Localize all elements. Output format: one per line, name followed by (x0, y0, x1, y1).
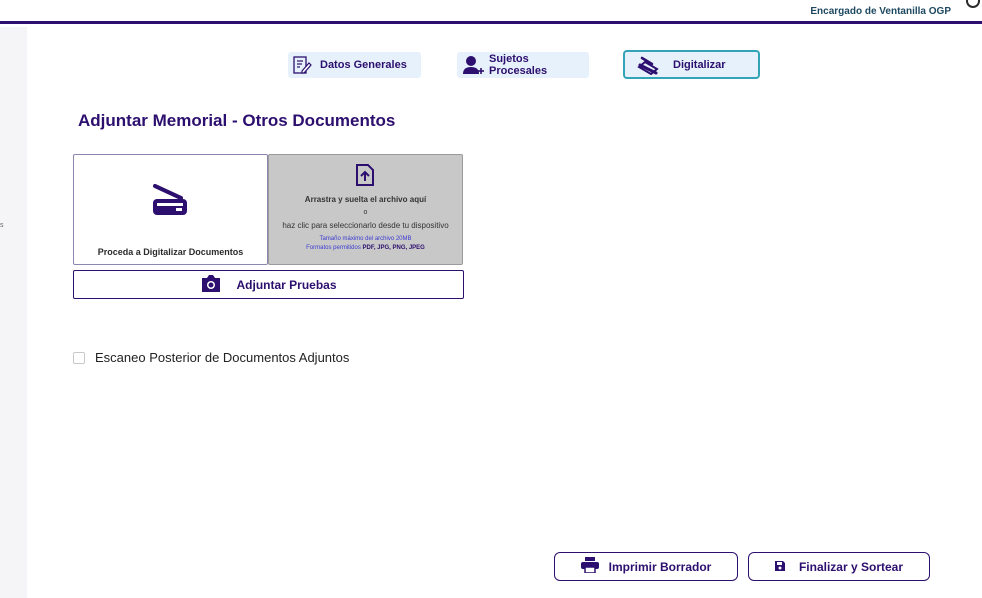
file-drop-zone[interactable]: Arrastra y suelta el archivo aquí o haz … (268, 154, 463, 265)
scan-documents-card[interactable]: Proceda a Digitalizar Documentos (73, 154, 268, 265)
print-draft-label: Imprimir Borrador (608, 559, 712, 574)
camera-icon (200, 274, 222, 296)
later-scan-option[interactable]: Escaneo Posterior de Documentos Adjuntos (73, 350, 349, 365)
later-scan-label: Escaneo Posterior de Documentos Adjuntos (95, 350, 350, 365)
scan-card-label: Proceda a Digitalizar Documentos (97, 247, 244, 257)
printer-icon (580, 557, 599, 576)
save-icon (774, 560, 785, 574)
tab-label: Datos Generales (320, 59, 407, 71)
max-size-text: Tamaño máximo del archivo 20MB (319, 236, 412, 242)
file-upload-icon (355, 163, 375, 192)
top-bar: Encargado de Ventanilla OGP (0, 0, 982, 24)
finalize-button[interactable]: Finalizar y Sortear (748, 552, 930, 581)
tab-digitalizar[interactable]: Digitalizar (623, 50, 760, 79)
attach-evidence-label: Adjuntar Pruebas (236, 277, 337, 292)
print-draft-button[interactable]: Imprimir Borrador (554, 552, 738, 581)
drop-or-text: o (363, 209, 368, 216)
user-icon[interactable] (966, 0, 980, 8)
sidebar-text-fragment: s (0, 222, 4, 229)
tab-datos-generales[interactable]: Datos Generales (288, 52, 421, 78)
section-title: Adjuntar Memorial - Otros Documentos (78, 111, 396, 130)
finalize-label: Finalizar y Sortear (798, 559, 904, 574)
edit-document-icon (292, 55, 312, 75)
formats-prefix: Formatos permitidos (306, 245, 363, 251)
tab-label: Digitalizar (673, 58, 726, 71)
drop-click-text: haz clic para seleccionarlo desde tu dis… (282, 221, 449, 230)
sidebar: s (0, 27, 27, 598)
add-person-icon (461, 54, 485, 76)
scanner-icon (637, 55, 659, 75)
attach-evidence-button[interactable]: Adjuntar Pruebas (73, 270, 464, 299)
later-scan-checkbox[interactable] (73, 351, 85, 364)
formats-list: PDF, JPG, PNG, JPEG (362, 245, 425, 251)
tab-sujetos-procesales[interactable]: Sujetos Procesales (457, 52, 589, 78)
tab-label: Sujetos Procesales (489, 53, 548, 77)
allowed-formats-text: Formatos permitidos PDF, JPG, PNG, JPEG (269, 245, 462, 251)
scanner-icon (151, 183, 189, 222)
step-tabs: Datos Generales Sujetos Procesales Digit… (0, 50, 982, 80)
user-role: Encargado de Ventanilla OGP (810, 6, 951, 17)
drop-instructions: Arrastra y suelta el archivo aquí (304, 195, 427, 204)
